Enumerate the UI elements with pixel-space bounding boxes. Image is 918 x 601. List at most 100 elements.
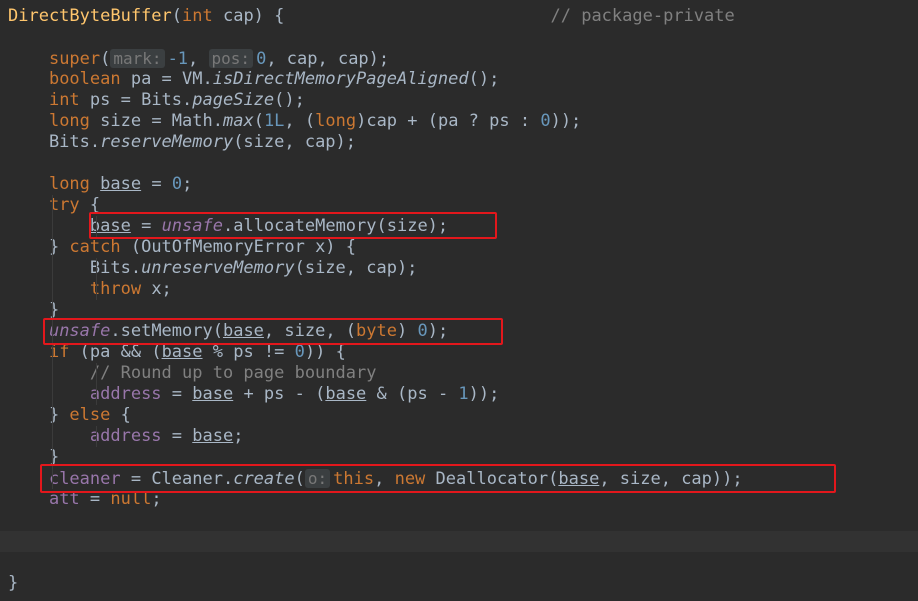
code-line[interactable] bbox=[0, 531, 918, 552]
code-line[interactable]: throw x; bbox=[0, 279, 918, 300]
code-line[interactable]: address = base + ps - (base & (ps - 1)); bbox=[0, 384, 918, 405]
code-token: { bbox=[79, 195, 101, 215]
code-line[interactable]: long size = Math.max(1L, (long)cap + (pa… bbox=[0, 111, 918, 132]
code-line[interactable]: unsafe.setMemory(base, size, (byte) 0); bbox=[0, 321, 918, 342]
code-token: } bbox=[8, 405, 70, 425]
code-line[interactable]: Bits.unreserveMemory(size, cap); bbox=[0, 258, 918, 279]
code-token: int bbox=[48, 90, 80, 110]
code-token: ps = Bits. bbox=[79, 90, 193, 110]
code-token: Bits. bbox=[8, 258, 142, 278]
code-token: ; bbox=[151, 489, 162, 509]
indent-guide bbox=[96, 216, 97, 237]
code-token: 0 bbox=[171, 174, 183, 194]
code-line[interactable]: } bbox=[0, 447, 918, 468]
code-token: )) { bbox=[304, 342, 346, 362]
parameter-hint: mark: bbox=[110, 49, 165, 68]
code-token: ); bbox=[427, 321, 449, 341]
code-token: super bbox=[48, 49, 101, 69]
code-token: Deallocator( bbox=[425, 469, 559, 489]
code-line[interactable]: cleaner = Cleaner.create(o: this, new Dea… bbox=[0, 468, 918, 489]
code-line[interactable] bbox=[0, 27, 918, 48]
code-token: base bbox=[558, 469, 600, 489]
indent-guide bbox=[52, 195, 53, 489]
code-token: // Round up to page boundary bbox=[89, 363, 377, 383]
code-token: -1 bbox=[167, 49, 189, 69]
code-line[interactable]: // Round up to page boundary bbox=[0, 363, 918, 384]
code-token: 0 bbox=[294, 342, 305, 362]
code-token: byte bbox=[356, 321, 397, 341]
code-token: .allocateMemory(size); bbox=[222, 216, 449, 236]
code-line[interactable]: long base = 0; bbox=[0, 174, 918, 195]
code-token: // package-private bbox=[550, 6, 735, 26]
code-line[interactable]: if (pa && (base % ps != 0)) { bbox=[0, 342, 918, 363]
code-line[interactable]: boolean pa = VM.isDirectMemoryPageAligne… bbox=[0, 69, 918, 90]
code-line[interactable] bbox=[0, 153, 918, 174]
code-token: base bbox=[192, 426, 234, 446]
code-token: att bbox=[48, 489, 80, 509]
code-token: (OutOfMemoryError x) { bbox=[120, 237, 357, 257]
code-token: , size, ( bbox=[263, 321, 357, 341]
code-line[interactable]: try { bbox=[0, 195, 918, 216]
code-token: = Cleaner. bbox=[120, 469, 234, 489]
code-line[interactable]: } bbox=[0, 300, 918, 321]
code-token: = bbox=[161, 426, 193, 446]
code-token: = bbox=[161, 384, 193, 404]
code-token: 0 bbox=[417, 321, 428, 341]
code-token: ( bbox=[100, 49, 111, 69]
code-line[interactable] bbox=[0, 510, 918, 531]
code-line[interactable]: } bbox=[0, 573, 918, 594]
code-token: % ps != bbox=[202, 342, 295, 362]
code-token: unsafe bbox=[48, 321, 111, 341]
code-line[interactable]: base = unsafe.allocateMemory(size); bbox=[0, 216, 918, 237]
code-line[interactable]: } catch (OutOfMemoryError x) { bbox=[0, 237, 918, 258]
code-token: address bbox=[89, 426, 162, 446]
code-token: )); bbox=[550, 111, 582, 131]
code-line[interactable] bbox=[0, 552, 918, 573]
code-token: , size, cap)); bbox=[599, 469, 743, 489]
code-line[interactable]: Bits.reserveMemory(size, cap); bbox=[0, 132, 918, 153]
code-token: (); bbox=[274, 90, 305, 110]
code-token: , cap, cap); bbox=[266, 49, 390, 69]
code-line[interactable]: } else { bbox=[0, 405, 918, 426]
code-token: 0 bbox=[540, 111, 551, 131]
code-token: , ( bbox=[284, 111, 316, 131]
code-token: unsafe bbox=[161, 216, 223, 236]
code-token: else bbox=[69, 405, 111, 425]
code-line[interactable]: att = null; bbox=[0, 489, 918, 510]
code-token: + ps - ( bbox=[233, 384, 326, 404]
code-token: this bbox=[333, 469, 375, 489]
code-token: = bbox=[79, 489, 111, 509]
indent-guide bbox=[96, 363, 97, 405]
code-token: (pa && ( bbox=[69, 342, 162, 362]
code-token: base bbox=[222, 321, 264, 341]
code-token: try bbox=[48, 195, 80, 215]
code-line[interactable]: address = base; bbox=[0, 426, 918, 447]
code-token: base bbox=[325, 384, 367, 404]
code-line[interactable]: DirectByteBuffer(int cap) { // package-p… bbox=[0, 6, 918, 27]
code-token: address bbox=[89, 384, 162, 404]
code-token: create bbox=[233, 469, 295, 489]
code-token: x; bbox=[141, 279, 172, 299]
code-token: = bbox=[141, 174, 172, 194]
code-editor[interactable]: DirectByteBuffer(int cap) { // package-p… bbox=[0, 0, 918, 601]
indent-guide bbox=[96, 426, 97, 447]
code-line[interactable]: super(mark: -1, pos: 0, cap, cap); bbox=[0, 48, 918, 69]
code-token: base bbox=[192, 384, 234, 404]
code-line[interactable]: int ps = Bits.pageSize(); bbox=[0, 90, 918, 111]
code-token: cleaner bbox=[48, 469, 121, 489]
code-token: long bbox=[48, 174, 90, 194]
code-token: , bbox=[188, 49, 209, 69]
editor-top-edge bbox=[0, 0, 918, 4]
